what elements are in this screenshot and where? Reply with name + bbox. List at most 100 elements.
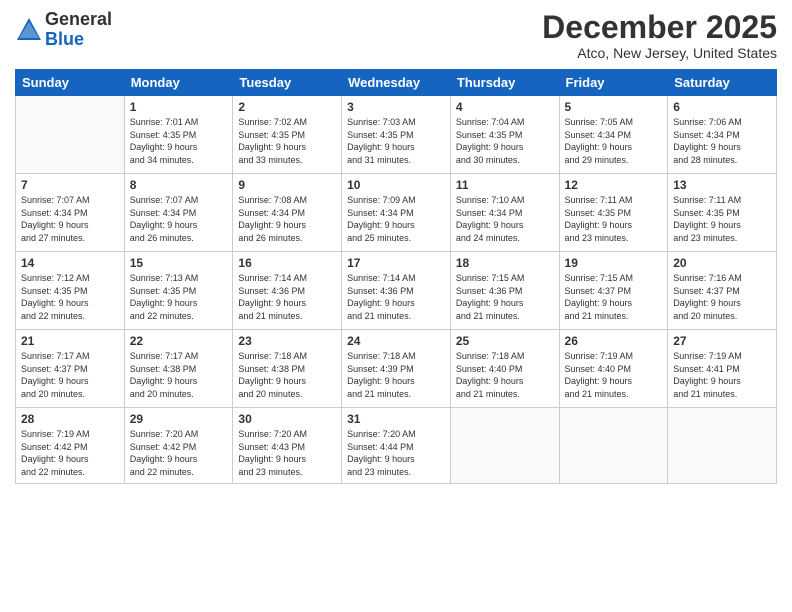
calendar-week-row: 28 Sunrise: 7:19 AM Sunset: 4:42 PM Dayli… (16, 408, 777, 483)
day-info: Sunrise: 7:10 AM Sunset: 4:34 PM Dayligh… (456, 194, 554, 244)
calendar-day-cell: 5 Sunrise: 7:05 AM Sunset: 4:34 PM Daylig… (559, 96, 668, 174)
calendar-day-header: Friday (559, 70, 668, 96)
calendar-week-row: 21 Sunrise: 7:17 AM Sunset: 4:37 PM Dayli… (16, 330, 777, 408)
calendar-day-cell: 3 Sunrise: 7:03 AM Sunset: 4:35 PM Daylig… (342, 96, 451, 174)
location: Atco, New Jersey, United States (542, 45, 777, 61)
day-info: Sunrise: 7:05 AM Sunset: 4:34 PM Dayligh… (565, 116, 663, 166)
day-number: 15 (130, 256, 228, 270)
calendar-day-cell: 16Sunrise: 7:14 AM Sunset: 4:36 PM Dayli… (233, 252, 342, 330)
calendar-day-cell: 12 Sunrise: 7:11 AM Sunset: 4:35 PM Dayli… (559, 174, 668, 252)
day-number: 21 (21, 334, 119, 348)
calendar-week-row: 14Sunrise: 7:12 AM Sunset: 4:35 PM Dayli… (16, 252, 777, 330)
calendar-day-cell: 18 Sunrise: 7:15 AM Sunset: 4:36 PM Dayli… (450, 252, 559, 330)
day-number: 13 (673, 178, 771, 192)
day-info: Sunrise: 7:02 AM Sunset: 4:35 PM Dayligh… (238, 116, 336, 166)
day-info: Sunrise: 7:14 AM Sunset: 4:36 PM Dayligh… (238, 272, 336, 322)
calendar-day-cell: 9 Sunrise: 7:08 AM Sunset: 4:34 PM Daylig… (233, 174, 342, 252)
calendar-day-cell: 10Sunrise: 7:09 AM Sunset: 4:34 PM Dayli… (342, 174, 451, 252)
day-info: Sunrise: 7:15 AM Sunset: 4:37 PM Dayligh… (565, 272, 663, 322)
day-info: Sunrise: 7:19 AM Sunset: 4:41 PM Dayligh… (673, 350, 771, 400)
calendar-day-header: Monday (124, 70, 233, 96)
calendar-day-cell (668, 408, 777, 483)
calendar-day-cell: 14Sunrise: 7:12 AM Sunset: 4:35 PM Dayli… (16, 252, 125, 330)
calendar-day-header: Sunday (16, 70, 125, 96)
day-info: Sunrise: 7:11 AM Sunset: 4:35 PM Dayligh… (565, 194, 663, 244)
calendar-day-cell: 23Sunrise: 7:18 AM Sunset: 4:38 PM Dayli… (233, 330, 342, 408)
logo-blue: Blue (45, 29, 84, 49)
calendar-day-header: Tuesday (233, 70, 342, 96)
calendar-week-row: 1 Sunrise: 7:01 AM Sunset: 4:35 PM Daylig… (16, 96, 777, 174)
day-number: 5 (565, 100, 663, 114)
day-info: Sunrise: 7:06 AM Sunset: 4:34 PM Dayligh… (673, 116, 771, 166)
calendar-day-cell: 27 Sunrise: 7:19 AM Sunset: 4:41 PM Dayli… (668, 330, 777, 408)
day-info: Sunrise: 7:17 AM Sunset: 4:37 PM Dayligh… (21, 350, 119, 400)
day-info: Sunrise: 7:07 AM Sunset: 4:34 PM Dayligh… (21, 194, 119, 244)
day-info: Sunrise: 7:17 AM Sunset: 4:38 PM Dayligh… (130, 350, 228, 400)
day-number: 7 (21, 178, 119, 192)
day-number: 4 (456, 100, 554, 114)
calendar-day-header: Wednesday (342, 70, 451, 96)
title-block: December 2025 Atco, New Jersey, United S… (542, 10, 777, 61)
calendar-day-cell: 20Sunrise: 7:16 AM Sunset: 4:37 PM Dayli… (668, 252, 777, 330)
day-number: 27 (673, 334, 771, 348)
day-info: Sunrise: 7:19 AM Sunset: 4:40 PM Dayligh… (565, 350, 663, 400)
day-number: 30 (238, 412, 336, 426)
calendar-week-row: 7 Sunrise: 7:07 AM Sunset: 4:34 PM Daylig… (16, 174, 777, 252)
day-number: 25 (456, 334, 554, 348)
day-info: Sunrise: 7:12 AM Sunset: 4:35 PM Dayligh… (21, 272, 119, 322)
calendar-day-cell: 4 Sunrise: 7:04 AM Sunset: 4:35 PM Daylig… (450, 96, 559, 174)
day-info: Sunrise: 7:16 AM Sunset: 4:37 PM Dayligh… (673, 272, 771, 322)
logo-text: General Blue (45, 10, 112, 50)
day-number: 2 (238, 100, 336, 114)
calendar-day-cell: 15Sunrise: 7:13 AM Sunset: 4:35 PM Dayli… (124, 252, 233, 330)
calendar-header-row: SundayMondayTuesdayWednesdayThursdayFrid… (16, 70, 777, 96)
day-number: 17 (347, 256, 445, 270)
day-number: 1 (130, 100, 228, 114)
calendar-day-cell: 30 Sunrise: 7:20 AM Sunset: 4:43 PM Dayli… (233, 408, 342, 483)
day-number: 31 (347, 412, 445, 426)
day-number: 18 (456, 256, 554, 270)
calendar-day-cell (450, 408, 559, 483)
day-number: 26 (565, 334, 663, 348)
calendar-day-cell: 6 Sunrise: 7:06 AM Sunset: 4:34 PM Daylig… (668, 96, 777, 174)
logo: General Blue (15, 10, 112, 50)
calendar-day-cell: 2 Sunrise: 7:02 AM Sunset: 4:35 PM Daylig… (233, 96, 342, 174)
day-info: Sunrise: 7:19 AM Sunset: 4:42 PM Dayligh… (21, 428, 119, 478)
day-number: 12 (565, 178, 663, 192)
calendar-day-header: Saturday (668, 70, 777, 96)
calendar-day-cell (16, 96, 125, 174)
calendar-day-cell: 17 Sunrise: 7:14 AM Sunset: 4:36 PM Dayli… (342, 252, 451, 330)
day-info: Sunrise: 7:20 AM Sunset: 4:44 PM Dayligh… (347, 428, 445, 478)
day-info: Sunrise: 7:20 AM Sunset: 4:42 PM Dayligh… (130, 428, 228, 478)
day-info: Sunrise: 7:18 AM Sunset: 4:38 PM Dayligh… (238, 350, 336, 400)
calendar-day-cell (559, 408, 668, 483)
page: General Blue December 2025 Atco, New Jer… (0, 0, 792, 612)
day-number: 29 (130, 412, 228, 426)
calendar-day-cell: 11 Sunrise: 7:10 AM Sunset: 4:34 PM Dayli… (450, 174, 559, 252)
logo-general: General (45, 9, 112, 29)
day-number: 24 (347, 334, 445, 348)
day-number: 11 (456, 178, 554, 192)
day-number: 10 (347, 178, 445, 192)
day-info: Sunrise: 7:08 AM Sunset: 4:34 PM Dayligh… (238, 194, 336, 244)
day-info: Sunrise: 7:14 AM Sunset: 4:36 PM Dayligh… (347, 272, 445, 322)
day-info: Sunrise: 7:04 AM Sunset: 4:35 PM Dayligh… (456, 116, 554, 166)
day-info: Sunrise: 7:20 AM Sunset: 4:43 PM Dayligh… (238, 428, 336, 478)
day-info: Sunrise: 7:18 AM Sunset: 4:40 PM Dayligh… (456, 350, 554, 400)
day-info: Sunrise: 7:15 AM Sunset: 4:36 PM Dayligh… (456, 272, 554, 322)
day-number: 3 (347, 100, 445, 114)
calendar-day-cell: 28 Sunrise: 7:19 AM Sunset: 4:42 PM Dayli… (16, 408, 125, 483)
day-number: 9 (238, 178, 336, 192)
day-info: Sunrise: 7:03 AM Sunset: 4:35 PM Dayligh… (347, 116, 445, 166)
day-info: Sunrise: 7:07 AM Sunset: 4:34 PM Dayligh… (130, 194, 228, 244)
header: General Blue December 2025 Atco, New Jer… (15, 10, 777, 61)
day-number: 6 (673, 100, 771, 114)
day-info: Sunrise: 7:18 AM Sunset: 4:39 PM Dayligh… (347, 350, 445, 400)
day-number: 8 (130, 178, 228, 192)
day-number: 28 (21, 412, 119, 426)
day-number: 19 (565, 256, 663, 270)
calendar-day-cell: 19 Sunrise: 7:15 AM Sunset: 4:37 PM Dayli… (559, 252, 668, 330)
calendar-table: SundayMondayTuesdayWednesdayThursdayFrid… (15, 69, 777, 483)
day-info: Sunrise: 7:01 AM Sunset: 4:35 PM Dayligh… (130, 116, 228, 166)
calendar-day-cell: 25 Sunrise: 7:18 AM Sunset: 4:40 PM Dayli… (450, 330, 559, 408)
